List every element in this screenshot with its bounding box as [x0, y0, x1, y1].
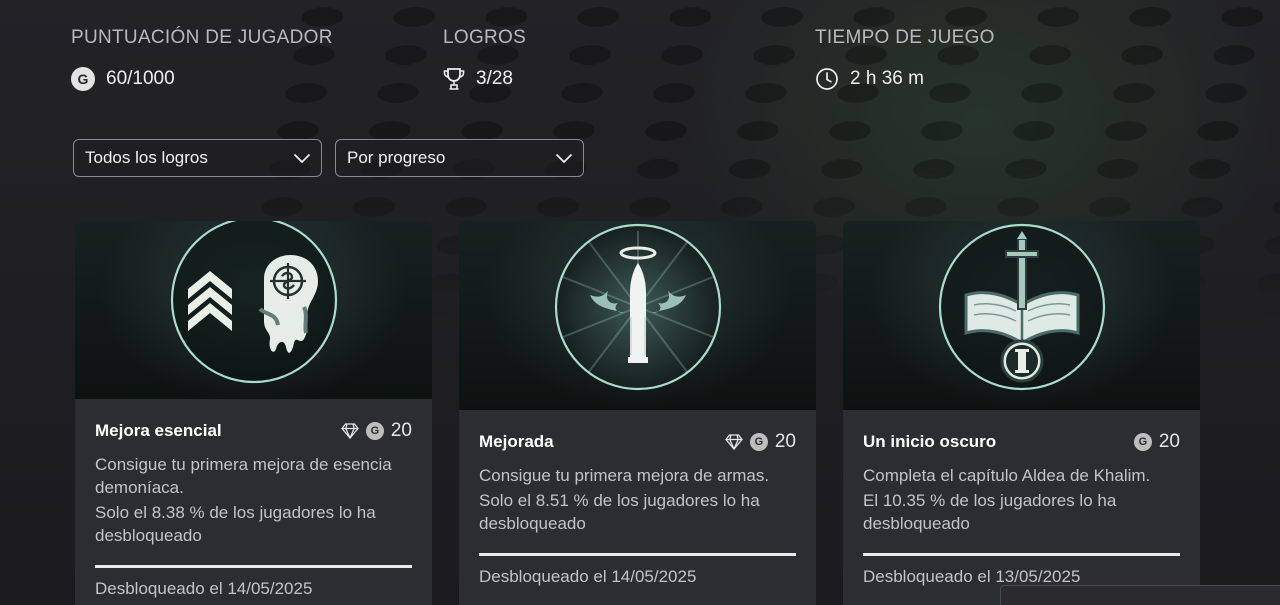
diamond-icon [341, 423, 359, 439]
achievement-points: 20 [1158, 431, 1180, 452]
achievement-card[interactable]: Un inicio oscuro G 20 Completa el capítu… [843, 221, 1200, 605]
gamerscore-icon: G [71, 67, 95, 91]
gamerscore-icon: G [749, 433, 768, 451]
clock-icon [816, 68, 838, 90]
gamerscore-icon: G [365, 422, 384, 440]
achievements-page: PUNTUACIÓN DE JUGADOR G 60/1000 LOGROS 3… [0, 0, 1280, 605]
achievement-details: Un inicio oscuro G 20 Completa el capítu… [843, 410, 1200, 588]
achievement-title: Mejora esencial [95, 421, 222, 440]
playtime-stat: TIEMPO DE JUEGO 2 h 36 m [815, 26, 1187, 92]
achievement-rarity: Solo el 8.38 % de los jugadores lo ha de… [95, 503, 376, 545]
unlock-date: Desbloqueado el 14/05/2025 [95, 579, 313, 598]
achievement-score: G 20 [341, 420, 412, 442]
overlay-panel [1000, 585, 1280, 605]
achievement-title: Mejorada [479, 432, 554, 451]
achievement-details: Mejorada G 20 Consigue tu primera mejora… [459, 410, 816, 588]
essence-upgrade-emblem [170, 221, 337, 384]
achievement-card[interactable]: Mejorada G 20 Consigue tu primera mejora… [459, 221, 816, 605]
achievement-header: Un inicio oscuro G 20 [863, 430, 1180, 454]
achievement-image [75, 221, 432, 399]
achievement-description: Completa el capítulo Aldea de Khalim. [863, 466, 1151, 485]
trophy-icon [443, 68, 465, 90]
sort-value: Por progreso [347, 148, 446, 167]
player-score-label: PUNTUACIÓN DE JUGADOR [71, 27, 333, 48]
achievement-description: Consigue tu primera mejora de esencia de… [95, 455, 392, 497]
achievement-type-dropdown[interactable]: Todos los logros [73, 139, 322, 177]
achievement-details: Mejora esencial G 20 Consigue tu primera… [75, 399, 432, 600]
playtime-row: 2 h 36 m [815, 66, 1187, 92]
gamerscore-icon: G [1133, 433, 1152, 451]
achievements-label: LOGROS [443, 27, 527, 48]
achievements-row: 3/28 [443, 66, 815, 92]
winged-bullet-emblem [554, 223, 721, 391]
filter-bar: Todos los logros Por progreso [73, 139, 584, 177]
achievements-stat: LOGROS 3/28 [443, 26, 815, 92]
achievement-rarity: Solo el 8.51 % de los jugadores lo ha de… [479, 491, 760, 533]
stats-header: PUNTUACIÓN DE JUGADOR G 60/1000 LOGROS 3… [71, 26, 1187, 92]
book-sword-emblem [938, 223, 1105, 391]
achievement-title: Un inicio oscuro [863, 432, 997, 451]
playtime-value: 2 h 36 m [850, 68, 924, 89]
playtime-label: TIEMPO DE JUEGO [815, 27, 995, 48]
achievement-points: 20 [390, 420, 412, 441]
player-score-row: G 60/1000 [71, 66, 443, 92]
achievement-image [843, 221, 1200, 410]
progress-bar [95, 565, 412, 568]
achievement-header: Mejorada G 20 [479, 430, 796, 454]
achievements-value: 3/28 [476, 68, 513, 89]
achievement-description: Consigue tu primera mejora de armas. [479, 466, 770, 485]
achievement-type-value: Todos los logros [85, 148, 208, 167]
player-score-value: 60/1000 [106, 68, 175, 89]
progress-bar [863, 553, 1180, 556]
sort-dropdown[interactable]: Por progreso [335, 139, 584, 177]
player-score-stat: PUNTUACIÓN DE JUGADOR G 60/1000 [71, 26, 443, 92]
unlock-date: Desbloqueado el 14/05/2025 [479, 567, 697, 586]
achievement-header: Mejora esencial G 20 [95, 419, 412, 443]
progress-bar [479, 553, 796, 556]
achievement-score: G 20 [1133, 431, 1180, 453]
achievement-score: G 20 [725, 431, 796, 453]
achievement-image [459, 221, 816, 410]
diamond-icon [725, 434, 743, 450]
chevron-down-icon [293, 153, 311, 164]
chevron-down-icon [555, 153, 573, 164]
achievement-card[interactable]: Mejora esencial G 20 Consigue tu primera… [75, 221, 432, 605]
achievement-rarity: El 10.35 % de los jugadores lo ha desblo… [863, 491, 1117, 533]
achievement-points: 20 [774, 431, 796, 452]
